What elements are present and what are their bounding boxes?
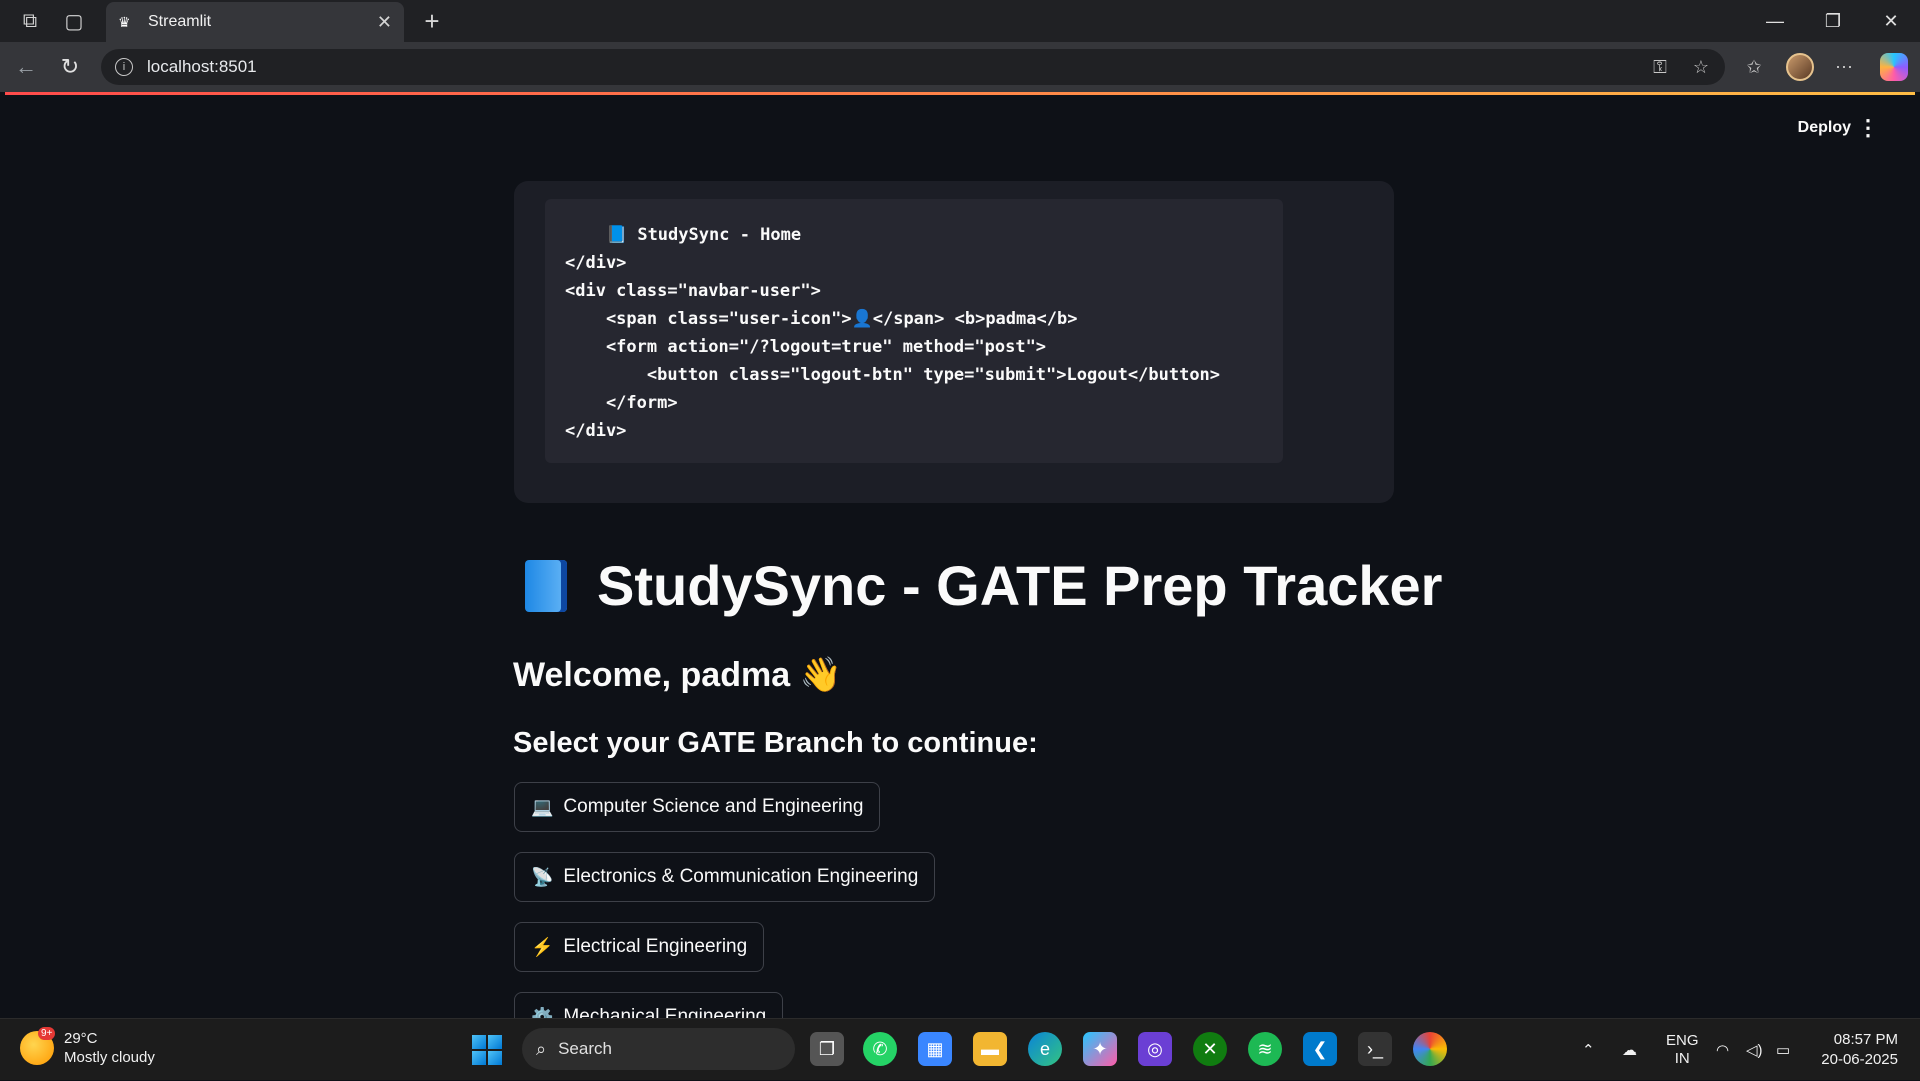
close-tab-icon[interactable]: ✕ [377,12,392,33]
chrome-icon[interactable] [1413,1032,1447,1066]
store-icon[interactable]: ▦ [918,1032,952,1066]
tab-streamlit[interactable]: ♛ Streamlit ✕ [106,2,404,42]
laptop-icon: 💻 [531,796,554,817]
workspaces-icon[interactable]: ⧉ [8,0,52,42]
terminal-icon[interactable]: ›_ [1358,1032,1392,1066]
search-label: Search [558,1039,612,1058]
streamlit-app: Deploy ⋮ 📘 StudySync - Home </div> <div … [5,95,1915,1018]
branch-prompt: Select your GATE Branch to continue: [513,727,1038,759]
satellite-dish-icon: 📡 [531,866,554,887]
blue-book-icon [525,559,567,612]
notification-badge: 9+ [38,1027,56,1040]
tab-title: Streamlit [148,13,212,30]
branch-button-me[interactable]: ⚙️ Mechanical Engineering [514,992,784,1019]
branch-label: Electrical Engineering [563,936,748,957]
whatsapp-icon[interactable]: ✆ [863,1032,897,1066]
copilot-app-icon[interactable]: ✦ [1083,1032,1117,1066]
new-tab-button[interactable]: + [412,2,452,40]
streamlit-favicon-icon: ♛ [118,13,131,30]
volume-icon[interactable]: ◁) [1746,1019,1763,1081]
region-code: IN [1674,1050,1690,1067]
branch-label: Electronics & Communication Engineering [563,866,919,887]
reload-icon[interactable]: ↻ [48,42,92,92]
tab-actions-icon[interactable]: ▢ [52,0,96,42]
time: 08:57 PM [1833,1031,1898,1048]
taskbar-search[interactable]: ⌕ Search [522,1028,795,1070]
main-menu-icon[interactable]: ⋮ [1857,115,1879,141]
show-hidden-icons[interactable]: ⌃ [1582,1019,1595,1081]
branch-label: Computer Science and Engineering [563,796,864,817]
task-view-icon[interactable]: ❐ [810,1032,844,1066]
code-block: 📘 StudySync - Home </div> <div class="na… [545,199,1283,463]
temperature: 29°C [64,1030,98,1047]
lightning-icon: ⚡ [531,936,554,957]
spotify-icon[interactable]: ≋ [1248,1032,1282,1066]
restore-icon[interactable]: ❐ [1804,0,1862,42]
proton-icon[interactable]: ◎ [1138,1032,1172,1066]
page-title: StudySync - GATE Prep Tracker [525,553,1442,618]
page-title-text: StudySync - GATE Prep Tracker [597,554,1443,617]
minimize-icon[interactable]: — [1746,0,1804,42]
browser-titlebar: ⧉ ▢ ♛ Streamlit ✕ + — ❐ ✕ [0,0,1920,42]
search-icon: ⌕ [536,1038,547,1059]
site-info-icon[interactable]: i [115,58,133,76]
weather-widget[interactable]: 9+ 29°C Mostly cloudy [20,1027,155,1067]
url-text: localhost:8501 [147,57,257,76]
more-options-icon[interactable]: ⋯ [1826,49,1862,85]
navbar-html-container: 📘 StudySync - Home </div> <div class="na… [514,181,1394,503]
xbox-icon[interactable]: ✕ [1193,1032,1227,1066]
branch-button-ee[interactable]: ⚡ Electrical Engineering [514,922,765,972]
windows-taskbar: 9+ 29°C Mostly cloudy ⌕ Search ❐ ✆ ▦ ▬ e… [0,1018,1920,1080]
deploy-button[interactable]: Deploy [1798,119,1851,137]
favorite-star-icon[interactable]: ☆ [1683,49,1719,85]
favorites-icon[interactable]: ✩ [1736,49,1772,85]
address-bar: ← ↻ i localhost:8501 ⚿ ☆ ✩ ⋯ [0,42,1920,92]
profile-avatar[interactable] [1782,49,1818,85]
vscode-icon[interactable]: ❮ [1303,1032,1337,1066]
weather-icon: 9+ [20,1027,56,1065]
url-field[interactable]: i localhost:8501 [101,49,1725,85]
wifi-icon[interactable]: ◠ [1716,1019,1729,1081]
language-code: ENG [1666,1032,1699,1049]
key-icon[interactable]: ⚿ [1642,49,1678,85]
gear-icon: ⚙️ [531,1006,554,1019]
branch-label: Mechanical Engineering [563,1006,767,1018]
battery-icon[interactable]: ▭ [1776,1019,1790,1081]
welcome-heading: Welcome, padma 👋 [513,656,842,694]
start-button[interactable] [472,1035,502,1065]
language-indicator[interactable]: ENG IN [1666,1019,1699,1081]
copilot-icon[interactable] [1876,49,1912,85]
branch-button-cse[interactable]: 💻 Computer Science and Engineering [514,782,881,832]
edge-icon[interactable]: e [1028,1032,1062,1066]
close-window-icon[interactable]: ✕ [1862,0,1920,42]
weather-description: Mostly cloudy [64,1049,155,1066]
file-explorer-icon[interactable]: ▬ [973,1032,1007,1066]
back-icon[interactable]: ← [4,42,48,92]
onedrive-icon[interactable]: ☁ [1622,1019,1637,1081]
system-clock[interactable]: 08:57 PM 20-06-2025 [1821,1030,1898,1070]
branch-button-ece[interactable]: 📡 Electronics & Communication Engineerin… [514,852,936,902]
date: 20-06-2025 [1821,1051,1898,1068]
